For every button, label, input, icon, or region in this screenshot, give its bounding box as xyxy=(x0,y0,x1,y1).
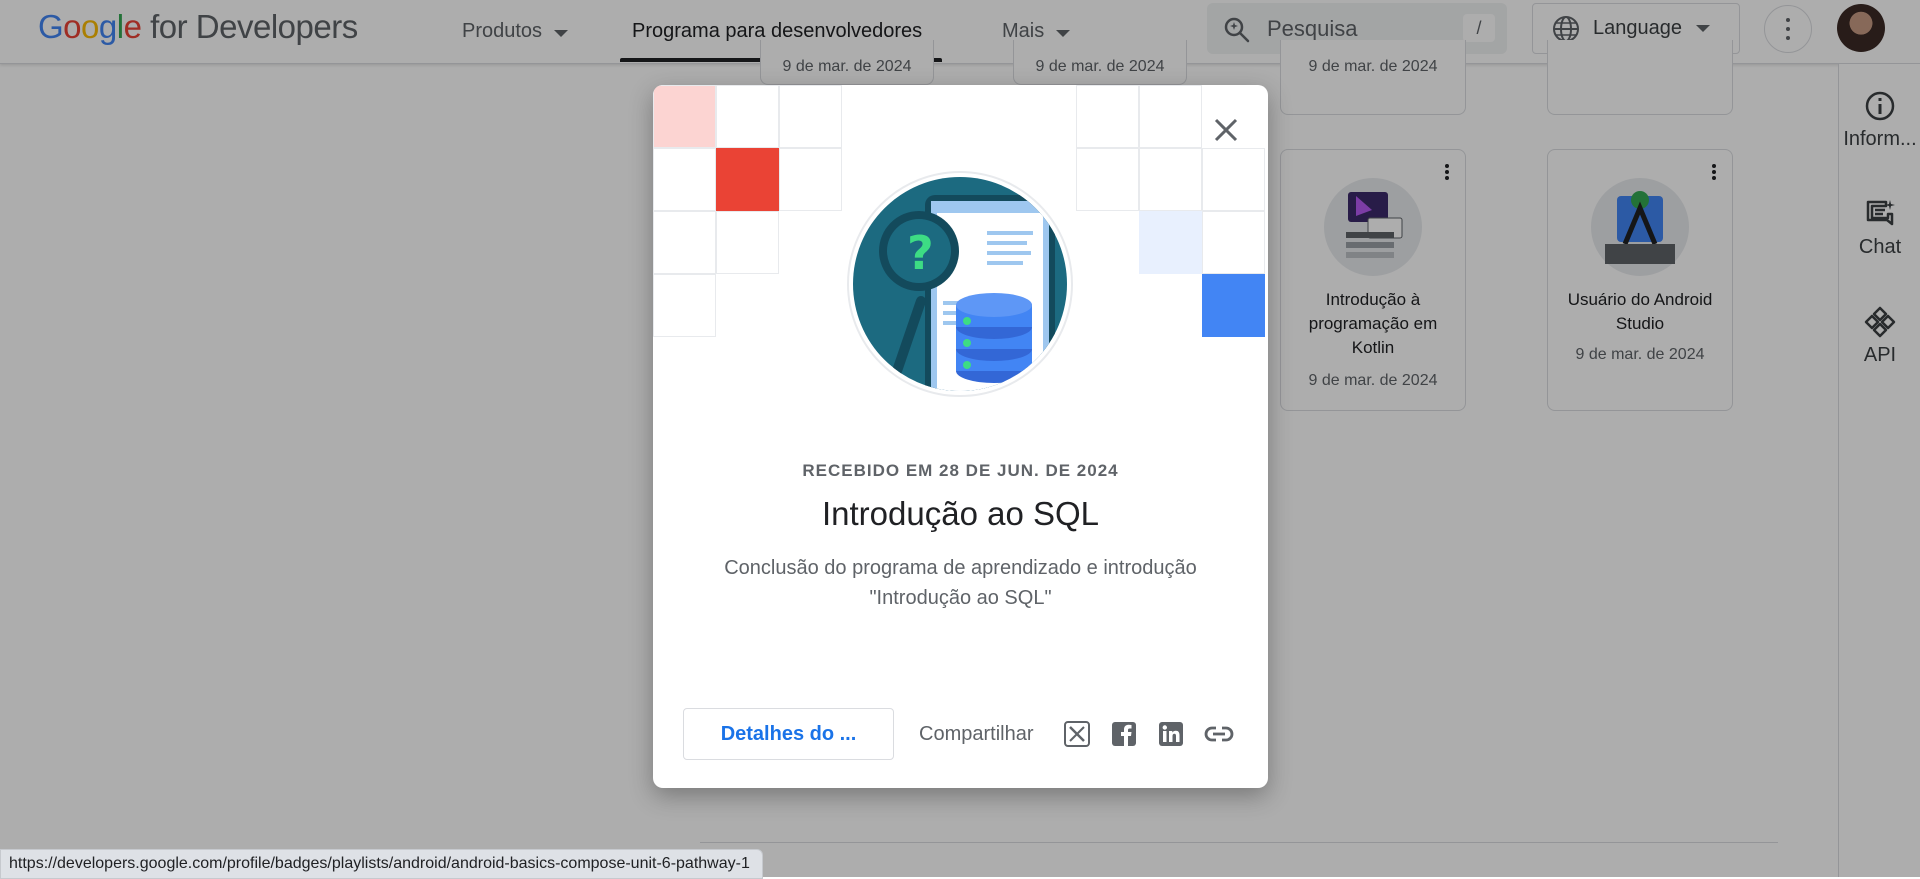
sql-badge-icon: ? xyxy=(847,171,1073,397)
dialog-description: Conclusão do programa de aprendizado e i… xyxy=(724,557,1197,609)
status-bar-url: https://developers.google.com/profile/ba… xyxy=(0,849,763,879)
grid-cell xyxy=(1202,148,1265,211)
link-icon[interactable] xyxy=(1203,721,1235,747)
svg-text:?: ? xyxy=(907,226,934,280)
received-date: RECEBIDO EM 28 DE JUN. DE 2024 xyxy=(802,461,1119,480)
x-icon[interactable] xyxy=(1064,721,1090,747)
dialog-title: Introdução ao SQL xyxy=(821,495,1100,532)
grid-cell xyxy=(1139,211,1202,274)
grid-cell xyxy=(779,85,842,148)
share-label: Compartilhar xyxy=(919,723,1034,745)
grid-cell xyxy=(653,274,716,337)
grid-cell xyxy=(1139,148,1202,211)
close-icon[interactable] xyxy=(1206,110,1246,150)
grid-cell xyxy=(1076,85,1139,148)
details-button[interactable]: Detalhes do ... xyxy=(683,708,894,760)
grid-cell xyxy=(1139,85,1202,148)
grid-cell xyxy=(716,85,779,148)
grid-cell xyxy=(779,148,842,211)
grid-cell xyxy=(1202,211,1265,274)
grid-cell xyxy=(716,211,779,274)
grid-cell xyxy=(653,148,716,211)
badge-dialog: ? RECEBIDO EM 28 DE JUN. DE 2024 Introdu… xyxy=(653,85,1268,788)
facebook-icon[interactable] xyxy=(1111,721,1137,747)
grid-cell xyxy=(653,211,716,274)
grid-cell xyxy=(716,148,779,211)
grid-cell xyxy=(1076,148,1139,211)
linkedin-icon[interactable] xyxy=(1158,721,1184,747)
grid-cell xyxy=(1202,274,1265,337)
grid-cell xyxy=(653,85,716,148)
